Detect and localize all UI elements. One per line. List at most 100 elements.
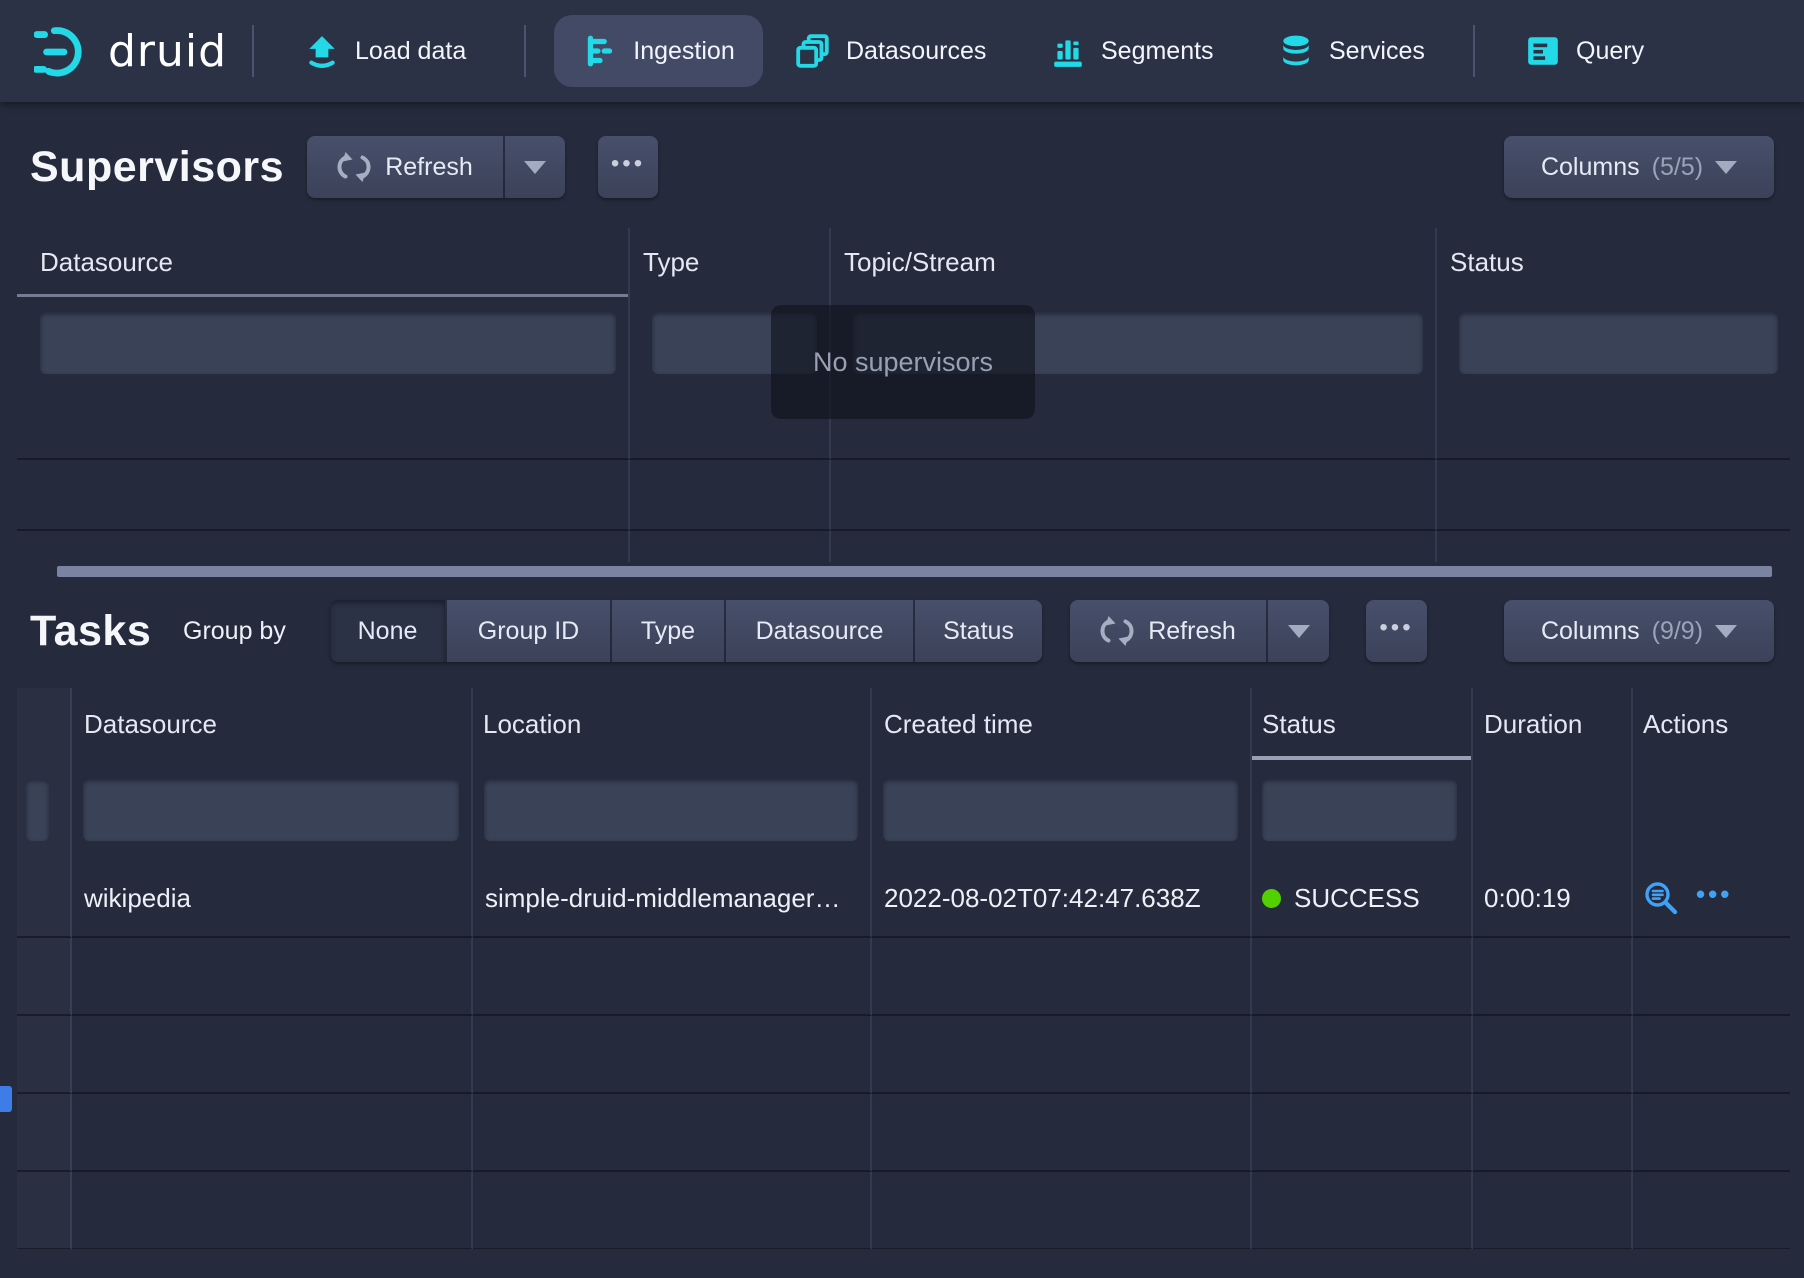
empty-cell [1252,938,1473,1016]
cell-datasource[interactable]: wikipedia [72,860,473,938]
tasks-columns-button[interactable]: Columns (9/9) [1504,600,1774,662]
segments-icon [1050,33,1086,69]
cell-created-time[interactable]: 2022-08-02T07:42:47.638Z [872,860,1252,938]
clipped-filter-input[interactable] [26,779,49,841]
empty-cell [17,1016,72,1094]
group-by-none-button[interactable]: None [330,600,445,662]
filter-cell [1437,297,1790,389]
empty-cell [1633,1172,1790,1249]
druid-console: druid Load data Ingestion [0,0,1804,1278]
druid-logo-icon [34,22,92,80]
row-actions-icon[interactable]: ••• [1696,881,1732,907]
nav-label: Ingestion [633,37,734,66]
column-header-duration[interactable]: Duration [1473,688,1633,760]
filter-cell [872,760,1252,860]
nav-label: Load data [355,37,466,66]
ingestion-icon [582,33,618,69]
status-filter-input[interactable] [1262,779,1457,841]
created-time-filter-input[interactable] [883,779,1238,841]
group-by-datasource-button[interactable]: Datasource [724,600,913,662]
columns-count: (5/5) [1652,153,1703,182]
filter-cell [1473,760,1633,860]
column-header-datasource[interactable]: Datasource [17,228,630,297]
nav-label: Services [1329,37,1425,66]
refresh-label: Refresh [1148,617,1236,646]
brand[interactable]: druid [34,0,227,102]
refresh-button[interactable]: Refresh [307,136,503,198]
column-header-status[interactable]: Status [1252,688,1473,760]
nav-item-services[interactable]: Services [1278,0,1425,102]
group-by-status-button[interactable]: Status [913,600,1042,662]
nav-label: Segments [1101,37,1214,66]
filter-cell [17,297,630,389]
refresh-button[interactable]: Refresh [1070,600,1266,662]
nav-item-datasources[interactable]: Datasources [795,0,986,102]
cell-location[interactable]: simple-druid-middlemanager… [473,860,872,938]
chevron-down-icon [1715,625,1737,638]
refresh-dropdown-button[interactable] [1266,600,1329,662]
nav-divider [1473,25,1475,77]
status-filter-input[interactable] [1459,312,1778,374]
empty-cell [17,1172,72,1249]
cell-actions: ••• [1633,860,1790,938]
group-by-group-id-button[interactable]: Group ID [445,600,610,662]
success-dot-icon [1262,889,1281,908]
empty-cell [1437,389,1790,460]
empty-cell [630,460,831,531]
horizontal-scrollbar[interactable] [57,566,1772,577]
nav-item-ingestion[interactable]: Ingestion [554,15,763,87]
datasource-filter-input[interactable] [40,312,616,374]
chevron-down-icon [1288,625,1310,638]
empty-cell [872,1094,1252,1172]
column-header-topic-stream[interactable]: Topic/Stream [831,228,1437,297]
supervisors-more-button[interactable]: ••• [598,136,658,198]
empty-cell [1473,1172,1633,1249]
location-filter-input[interactable] [484,779,858,841]
empty-cell [872,1016,1252,1094]
filter-cell [1252,760,1473,860]
column-header-datasource[interactable]: Datasource [72,688,473,760]
filter-cell [72,760,473,860]
cell-duration[interactable]: 0:00:19 [1473,860,1633,938]
view-details-icon[interactable] [1643,880,1679,916]
empty-cell [473,1172,872,1249]
supervisors-empty-state: No supervisors [771,305,1035,419]
empty-cell [17,1094,72,1172]
cell-status[interactable]: SUCCESS [1252,860,1473,938]
refresh-dropdown-button[interactable] [503,136,565,198]
empty-cell [17,938,72,1016]
empty-cell [1473,938,1633,1016]
column-header-created-time[interactable]: Created time [872,688,1252,760]
scroll-indicator [0,1086,12,1112]
refresh-icon [1100,614,1134,648]
supervisors-columns-button[interactable]: Columns (5/5) [1504,136,1774,198]
query-icon [1525,33,1561,69]
more-icon: ••• [611,152,645,176]
empty-cell [831,460,1437,531]
filter-cell [1633,760,1790,860]
empty-cell [1437,531,1790,562]
nav-item-segments[interactable]: Segments [1050,0,1214,102]
group-by-label: Group by [183,600,286,662]
empty-cell [72,938,473,1016]
empty-cell [1437,460,1790,531]
column-header-status[interactable]: Status [1437,228,1790,297]
nav-item-query[interactable]: Query [1525,0,1644,102]
services-icon [1278,33,1314,69]
empty-cell [1633,1016,1790,1094]
empty-cell [872,938,1252,1016]
status-text: SUCCESS [1294,883,1420,914]
column-header-type[interactable]: Type [630,228,831,297]
tasks-more-button[interactable]: ••• [1366,600,1427,662]
nav-item-load-data[interactable]: Load data [304,0,466,102]
empty-cell [1252,1172,1473,1249]
clipped-column-header [17,688,72,760]
datasource-filter-input[interactable] [83,779,459,841]
nav-label: Query [1576,37,1644,66]
empty-cell [1633,938,1790,1016]
nav-divider [524,25,526,77]
filter-cell [17,760,72,860]
group-by-type-button[interactable]: Type [610,600,724,662]
tasks-title: Tasks [30,600,151,662]
column-header-location[interactable]: Location [473,688,872,760]
